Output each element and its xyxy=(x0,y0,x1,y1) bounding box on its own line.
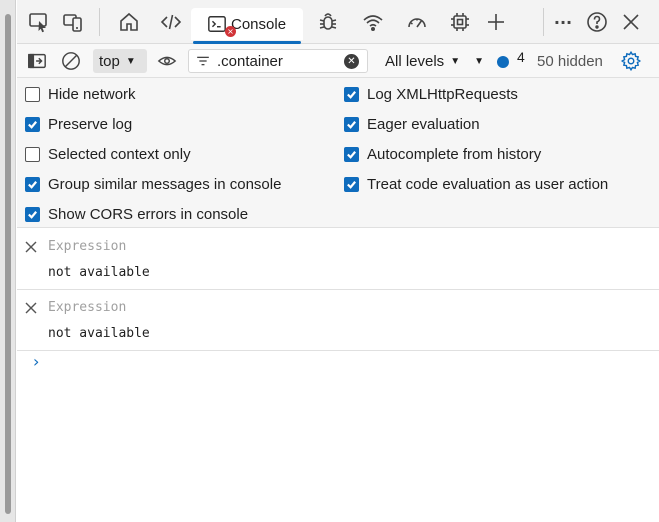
setting-autocomplete-history[interactable]: Autocomplete from history xyxy=(344,143,541,165)
expression-value: not available xyxy=(48,326,150,341)
remove-expression-close-icon[interactable] xyxy=(23,239,39,255)
setting-label: Preserve log xyxy=(48,115,133,133)
memory-chip-icon[interactable] xyxy=(446,8,474,36)
clear-filter-icon[interactable]: ✕ xyxy=(344,54,359,69)
devtools-panel: × Console ··· top ▼ .container ✕ All lev… xyxy=(17,0,659,522)
context-selector-value: top xyxy=(99,52,120,70)
remove-expression-close-icon[interactable] xyxy=(23,300,39,316)
sidebar-toggle-icon[interactable] xyxy=(25,49,49,73)
log-levels-dropdown[interactable]: All levels ▼ ▼ xyxy=(385,49,484,73)
filter-input[interactable] xyxy=(217,52,327,70)
tab-console-label: Console xyxy=(231,15,287,33)
console-icon xyxy=(208,16,226,32)
more-options-icon[interactable]: ··· xyxy=(549,8,577,36)
checkbox[interactable] xyxy=(25,146,40,162)
tab-bar: × Console ··· xyxy=(17,0,659,44)
hidden-messages-count: 50 hidden xyxy=(537,52,603,70)
checkbox-checked[interactable] xyxy=(25,116,40,132)
checkbox-checked[interactable] xyxy=(344,116,359,132)
setting-hide-network[interactable]: Hide network xyxy=(25,83,136,105)
console-settings-gear-icon[interactable] xyxy=(619,49,643,73)
welcome-home-icon[interactable] xyxy=(115,8,143,36)
expression-input[interactable]: Expression xyxy=(48,300,126,315)
error-badge: × xyxy=(225,26,236,37)
live-expression: Expression not available xyxy=(17,229,659,290)
setting-group-similar[interactable]: Group similar messages in console xyxy=(25,173,281,195)
setting-label: Eager evaluation xyxy=(367,115,480,133)
setting-label: Show CORS errors in console xyxy=(48,205,249,223)
log-levels-label: All levels xyxy=(385,52,445,70)
setting-treat-eval-user-action[interactable]: Treat code evaluation as user action xyxy=(344,173,608,195)
filter-icon xyxy=(189,53,217,69)
console-prompt-chevron-icon[interactable]: › xyxy=(33,352,39,371)
device-emulation-icon[interactable] xyxy=(59,8,87,36)
tab-divider xyxy=(543,8,544,36)
tab-divider xyxy=(99,8,100,36)
context-selector[interactable]: top ▼ xyxy=(93,49,147,73)
tab-console[interactable]: × Console xyxy=(191,8,303,44)
chevron-down-icon[interactable]: ▼ xyxy=(474,56,484,67)
setting-label: Treat code evaluation as user action xyxy=(367,175,609,193)
checkbox-checked[interactable] xyxy=(25,206,40,222)
inspect-icon[interactable] xyxy=(25,8,53,36)
sources-bug-icon[interactable] xyxy=(314,8,342,36)
performance-gauge-icon[interactable] xyxy=(403,8,431,36)
live-expression-eye-icon[interactable] xyxy=(155,49,179,73)
live-expression: Expression not available xyxy=(17,290,659,351)
help-icon[interactable] xyxy=(583,8,611,36)
console-toolbar: top ▼ ✕ All levels ▼ ▼ 4 50 hidden xyxy=(17,44,659,78)
setting-log-xmlhttprequests[interactable]: Log XMLHttpRequests xyxy=(344,83,518,105)
checkbox-checked[interactable] xyxy=(344,86,359,102)
setting-eager-evaluation[interactable]: Eager evaluation xyxy=(344,113,480,135)
checkbox[interactable] xyxy=(25,86,40,102)
setting-show-cors-errors[interactable]: Show CORS errors in console xyxy=(25,203,248,225)
setting-label: Autocomplete from history xyxy=(367,145,542,163)
setting-label: Log XMLHttpRequests xyxy=(367,85,518,103)
left-scroll-strip xyxy=(0,0,16,522)
setting-selected-context-only[interactable]: Selected context only xyxy=(25,143,191,165)
chevron-down-icon: ▼ xyxy=(125,55,136,67)
checkbox-checked[interactable] xyxy=(344,176,359,192)
clear-console-icon[interactable] xyxy=(59,49,83,73)
checkbox-checked[interactable] xyxy=(25,176,40,192)
chevron-down-icon: ▼ xyxy=(450,55,461,67)
more-tools-plus-icon[interactable] xyxy=(482,8,510,36)
setting-label: Hide network xyxy=(48,85,136,103)
console-settings-panel: Hide network Preserve log Selected conte… xyxy=(17,78,659,228)
setting-preserve-log[interactable]: Preserve log xyxy=(25,113,132,135)
setting-label: Group similar messages in console xyxy=(48,175,282,193)
setting-label: Selected context only xyxy=(48,145,191,163)
expression-input[interactable]: Expression xyxy=(48,239,126,254)
close-icon[interactable] xyxy=(617,8,645,36)
issues-counter[interactable]: 4 xyxy=(497,49,525,73)
filter-field[interactable]: ✕ xyxy=(188,49,368,73)
message-bubble-icon xyxy=(497,56,509,68)
network-wifi-icon[interactable] xyxy=(359,8,387,36)
elements-icon[interactable] xyxy=(157,8,185,36)
checkbox-checked[interactable] xyxy=(344,146,359,162)
expression-value: not available xyxy=(48,265,150,280)
scrollbar-thumb[interactable] xyxy=(5,14,11,514)
issues-count: 4 xyxy=(517,49,525,65)
